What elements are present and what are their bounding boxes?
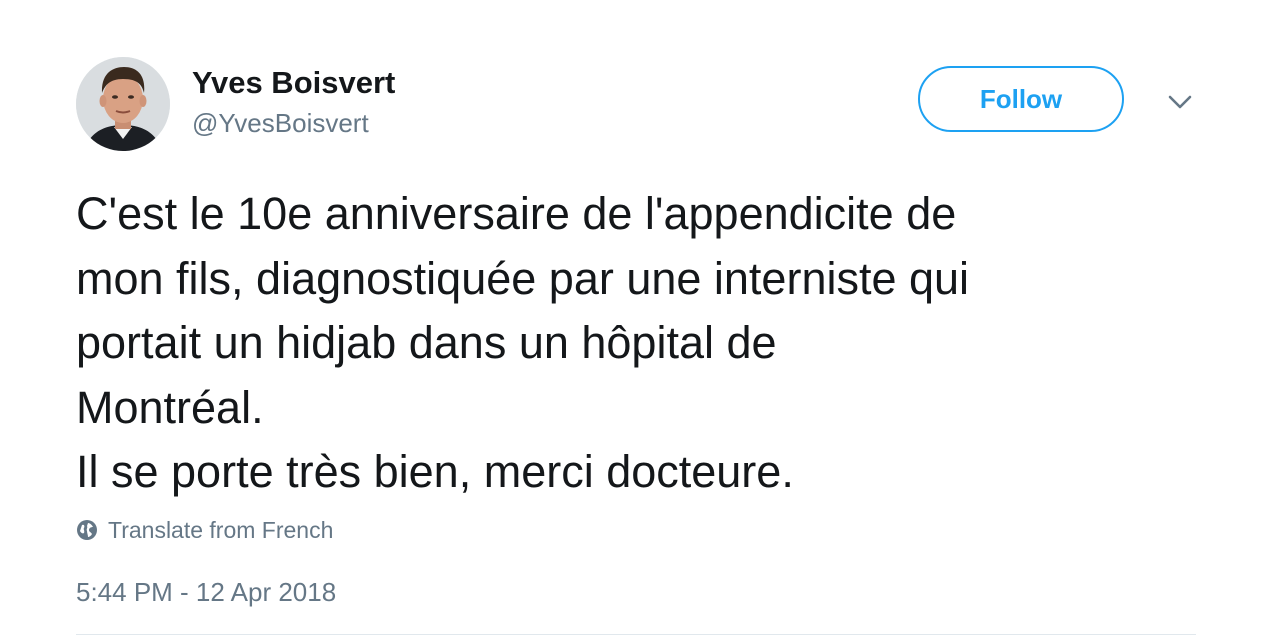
profile-photo-icon bbox=[76, 57, 170, 151]
avatar[interactable] bbox=[76, 57, 170, 151]
tweet-text: C'est le 10e anniversaire de l'appendici… bbox=[76, 182, 1216, 505]
divider bbox=[76, 634, 1196, 635]
tweet-text-line: portait un hidjab dans un hôpital de bbox=[76, 317, 777, 369]
globe-icon bbox=[76, 519, 98, 541]
author-name[interactable]: Yves Boisvert bbox=[192, 64, 395, 102]
follow-button[interactable]: Follow bbox=[918, 66, 1124, 132]
author-handle[interactable]: @YvesBoisvert bbox=[192, 107, 369, 139]
chevron-down-icon[interactable] bbox=[1166, 90, 1194, 114]
tweet-timestamp[interactable]: 5:44 PM - 12 Apr 2018 bbox=[76, 575, 336, 609]
translate-link[interactable]: Translate from French bbox=[76, 514, 333, 546]
tweet-card: Yves Boisvert @YvesBoisvert Follow C'est… bbox=[0, 0, 1272, 638]
tweet-text-line: Il se porte très bien, merci docteure. bbox=[76, 446, 794, 498]
tweet-text-line: mon fils, diagnostiquée par une internis… bbox=[76, 252, 970, 304]
translate-label: Translate from French bbox=[108, 517, 334, 543]
tweet-text-line: C'est le 10e anniversaire de l'appendici… bbox=[76, 188, 957, 239]
tweet-text-line: Montréal. bbox=[76, 381, 264, 433]
